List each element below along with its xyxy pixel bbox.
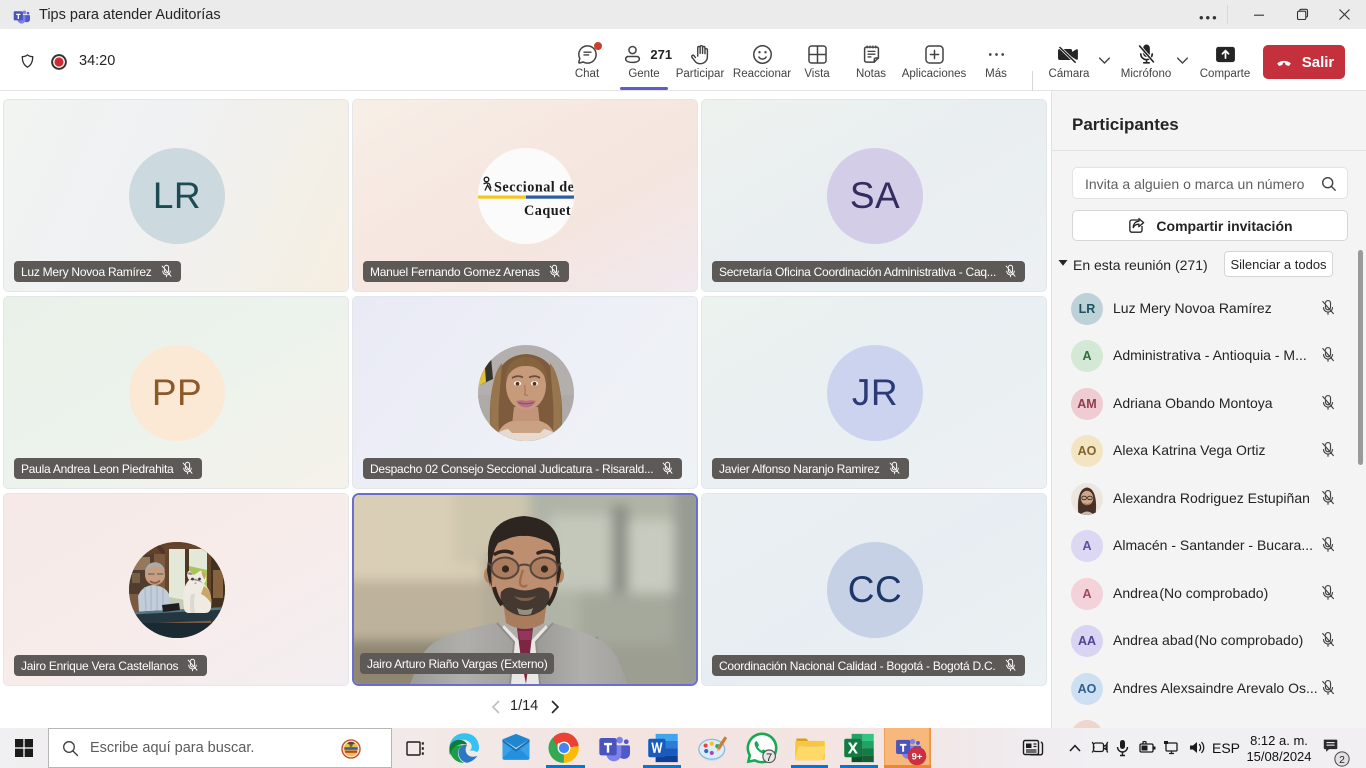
svg-text:9+: 9+ bbox=[912, 752, 923, 763]
svg-text:2: 2 bbox=[1339, 755, 1345, 766]
svg-text:Caquetá: Caquetá bbox=[524, 203, 574, 219]
svg-text:Seccional de: Seccional de bbox=[494, 180, 574, 196]
svg-text:7: 7 bbox=[766, 752, 772, 764]
